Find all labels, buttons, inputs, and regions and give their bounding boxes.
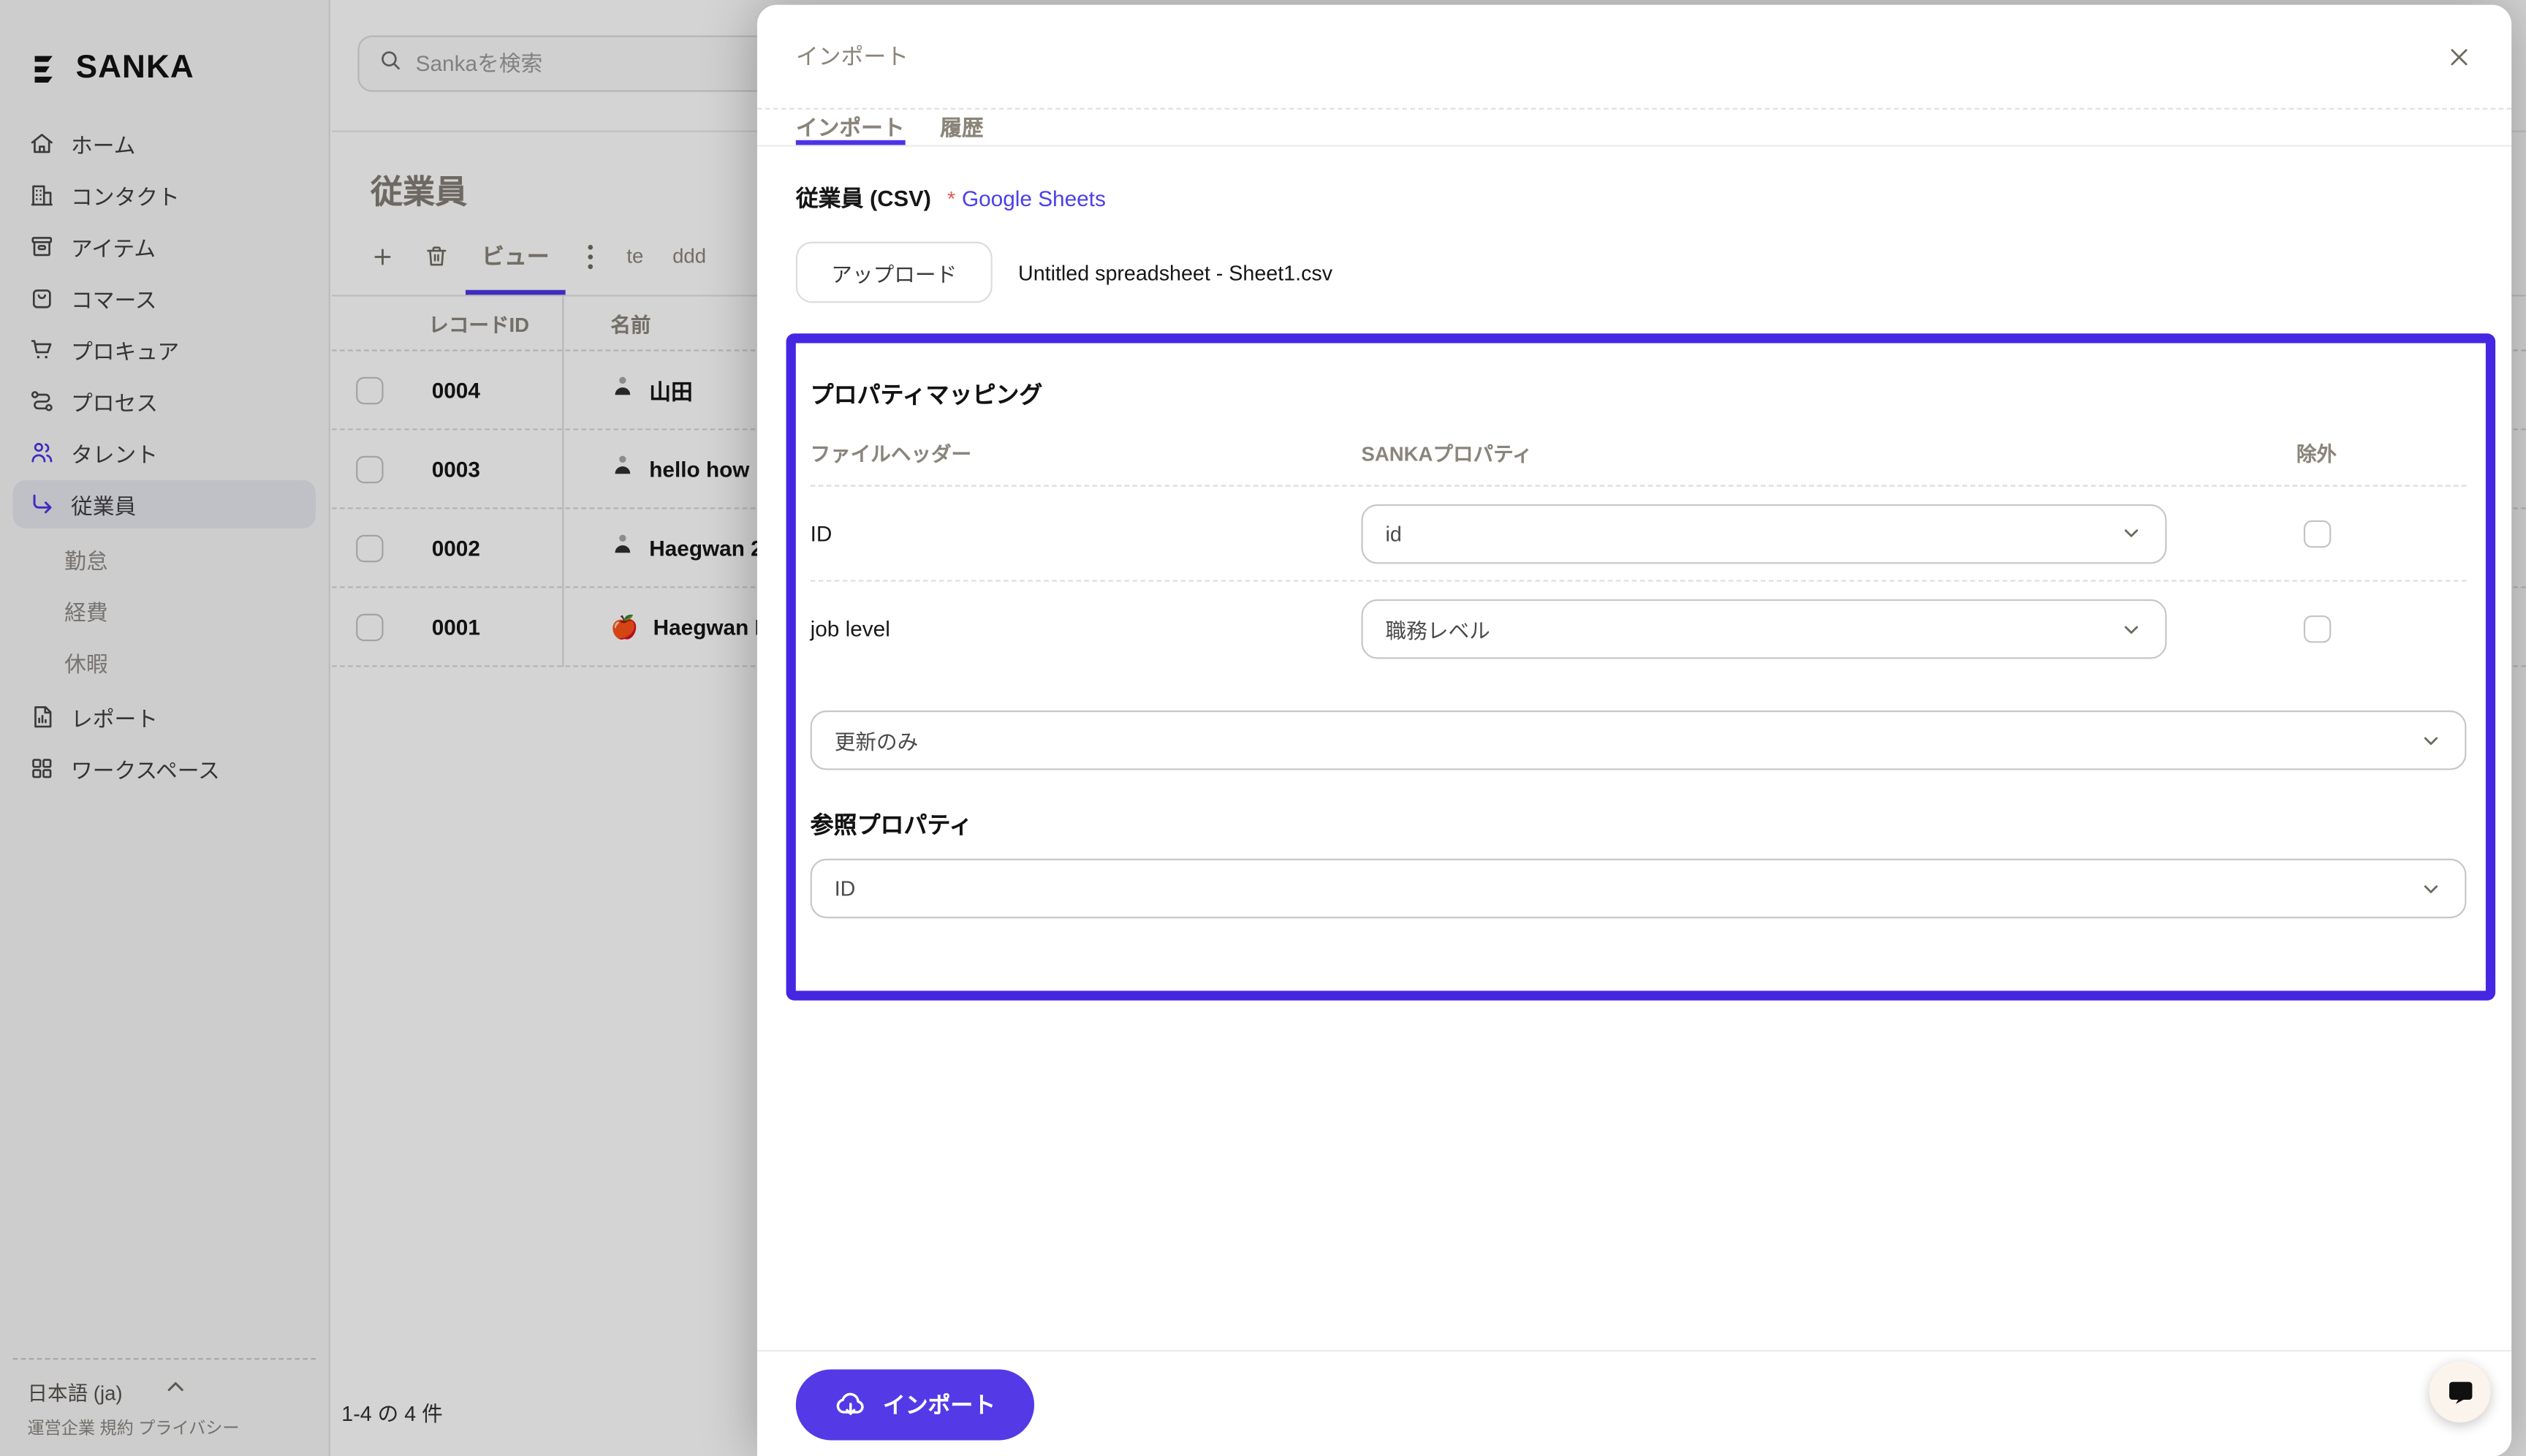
google-sheets-link[interactable]: Google Sheets [962, 187, 1106, 211]
select-value: id [1386, 521, 1402, 545]
column-header-sanka-property: SANKAプロパティ [1361, 436, 2166, 467]
reference-property-heading: 参照プロパティ [811, 807, 2467, 841]
import-drawer: インポート インポート 履歴 従業員 (CSV) * Google Sheets… [757, 5, 2511, 1456]
reference-property-select[interactable]: ID [811, 859, 2467, 919]
tab-import-label: インポート [796, 116, 905, 140]
sanka-property-select[interactable]: id [1361, 504, 2166, 564]
tab-history-label: 履歴 [940, 116, 984, 140]
mapping-row-id: ID id [811, 487, 2467, 582]
import-button-label: インポート [883, 1388, 995, 1420]
mapping-header-row: ファイルヘッダー SANKAプロパティ 除外 [811, 436, 2467, 486]
drawer-tabs: インポート 履歴 [757, 110, 2511, 147]
property-mapping-box: プロパティマッピング ファイルヘッダー SANKAプロパティ 除外 ID id … [786, 333, 2496, 1000]
screen: SANKA ホーム コンタクト アイテム コマース [0, 0, 2526, 1456]
chat-support-button[interactable] [2430, 1361, 2491, 1422]
mapping-row-job-level: job level 職務レベル [811, 582, 2467, 677]
import-button[interactable]: インポート [796, 1368, 1034, 1439]
import-mode-select[interactable]: 更新のみ [811, 710, 2467, 770]
csv-label: 従業員 (CSV) [796, 182, 931, 214]
uploaded-file-name: Untitled spreadsheet - Sheet1.csv [1018, 260, 1332, 284]
column-header-file-header: ファイルヘッダー [811, 436, 1362, 467]
drawer-body: 従業員 (CSV) * Google Sheets アップロード Untitle… [757, 147, 2511, 1350]
chevron-down-icon [2120, 522, 2143, 545]
select-value: 職務レベル [1386, 614, 1490, 645]
file-header-label: ID [811, 521, 1362, 545]
sanka-property-select[interactable]: 職務レベル [1361, 599, 2166, 659]
select-value: ID [835, 876, 856, 900]
chevron-down-icon [2420, 729, 2443, 751]
drawer-title: インポート [796, 40, 909, 72]
upload-button[interactable]: アップロード [796, 242, 993, 303]
tab-import[interactable]: インポート [796, 110, 905, 145]
close-icon[interactable] [2440, 39, 2476, 74]
column-header-exclude: 除外 [2166, 436, 2466, 467]
file-header-label: job level [811, 617, 1362, 641]
csv-source-row: 従業員 (CSV) * Google Sheets [796, 182, 2486, 214]
chat-bubble-icon [2445, 1376, 2476, 1407]
mapping-heading: プロパティマッピング [811, 377, 2467, 411]
exclude-checkbox[interactable] [2303, 520, 2330, 547]
drawer-header: インポート [757, 5, 2511, 110]
active-tab-underline [796, 140, 905, 145]
cloud-download-icon [835, 1388, 867, 1420]
chevron-down-icon [2120, 618, 2143, 640]
select-value: 更新のみ [835, 725, 919, 756]
drawer-footer: インポート [757, 1350, 2511, 1456]
chevron-down-icon [2420, 877, 2443, 900]
upload-row: アップロード Untitled spreadsheet - Sheet1.csv [796, 242, 2486, 303]
exclude-checkbox[interactable] [2303, 615, 2330, 642]
required-asterisk: * [947, 187, 955, 211]
tab-history[interactable]: 履歴 [940, 110, 984, 145]
